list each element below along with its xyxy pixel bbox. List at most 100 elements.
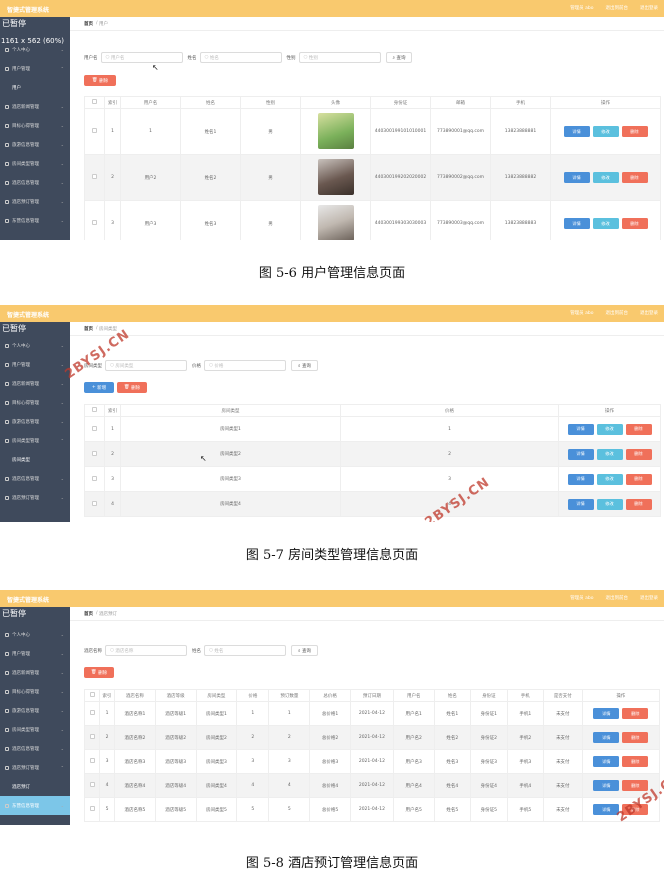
detail-button[interactable]: 详情 bbox=[563, 126, 590, 137]
detail-button[interactable]: 详情 bbox=[563, 218, 590, 229]
row-checkbox[interactable] bbox=[92, 425, 97, 431]
price-input[interactable]: ○ 价格 bbox=[204, 360, 286, 371]
detail-button[interactable]: 详情 bbox=[567, 473, 594, 485]
sidebar-item-travel[interactable]: 旅游信息管理 ⌄ bbox=[0, 412, 70, 431]
logout-link[interactable]: 退出登录 bbox=[640, 310, 658, 316]
detail-button[interactable]: 详情 bbox=[567, 498, 594, 510]
row-delete-button[interactable]: 删除 bbox=[625, 473, 652, 485]
chevron-down-icon: ⌄ bbox=[60, 199, 64, 204]
detail-button[interactable]: 详情 bbox=[593, 708, 620, 719]
sidebar-item-booking[interactable]: 酒店预订管理 ⌄ bbox=[0, 192, 70, 211]
row-delete-button[interactable]: 删除 bbox=[621, 172, 648, 183]
row-delete-button[interactable]: 删除 bbox=[622, 708, 649, 719]
edit-button[interactable]: 修改 bbox=[592, 218, 619, 229]
delete-button[interactable]: 🗑 删除 bbox=[117, 382, 147, 393]
edit-button[interactable]: 修改 bbox=[596, 498, 623, 510]
row-delete-button[interactable]: 删除 bbox=[622, 732, 649, 743]
search-button[interactable]: ⌕ 查询 bbox=[291, 645, 318, 656]
sidebar-subitem-user[interactable]: 用户 bbox=[0, 78, 70, 97]
row-delete-button[interactable]: 删除 bbox=[622, 756, 649, 767]
edit-button[interactable]: 修改 bbox=[592, 126, 619, 137]
sidebar-item-cancel[interactable]: 东营信息管理 ⌄ bbox=[0, 211, 70, 230]
sidebar-item-hotel-info[interactable]: 目标心得管理 ⌄ bbox=[0, 116, 70, 135]
select-all-checkbox[interactable] bbox=[92, 407, 97, 412]
sidebar-item-room-type[interactable]: 房间类型管理 ⌃ bbox=[0, 431, 70, 450]
detail-button[interactable]: 详情 bbox=[563, 172, 590, 183]
row-delete-button[interactable]: 删除 bbox=[621, 218, 648, 229]
row-checkbox[interactable] bbox=[92, 450, 97, 456]
select-all-checkbox[interactable] bbox=[92, 99, 97, 104]
row-delete-button[interactable]: 删除 bbox=[625, 498, 652, 510]
sidebar-item-user-mgmt[interactable]: 用户管理 ⌃ bbox=[0, 59, 70, 78]
sidebar-item-user-mgmt[interactable]: 用户管理 ⌄ bbox=[0, 355, 70, 374]
row-delete-button[interactable]: 删除 bbox=[625, 448, 652, 460]
sidebar-item-personal[interactable]: 个人中心 ⌄ bbox=[0, 336, 70, 355]
row-checkbox[interactable] bbox=[92, 500, 97, 506]
row-checkbox[interactable] bbox=[92, 128, 97, 133]
sidebar-subitem-room-type[interactable]: 房间类型 bbox=[0, 450, 70, 469]
sidebar-item-room-type[interactable]: 房间类型管理 ⌄ bbox=[0, 720, 70, 739]
admin-link[interactable]: 管理员 abo bbox=[570, 595, 593, 601]
detail-button[interactable]: 详情 bbox=[593, 780, 620, 791]
row-checkbox[interactable] bbox=[92, 174, 97, 179]
sidebar-item-hotel-mgmt[interactable]: 酒店信息管理 ⌄ bbox=[0, 469, 70, 488]
front-link[interactable]: 退出到前台 bbox=[606, 310, 629, 316]
hotel-name-input[interactable]: ○ 酒店名称 bbox=[105, 645, 187, 656]
row-checkbox[interactable] bbox=[89, 782, 95, 787]
sidebar-item-news[interactable]: 酒店新闻管理 ⌄ bbox=[0, 663, 70, 682]
edit-button[interactable]: 修改 bbox=[596, 423, 623, 435]
detail-button[interactable]: 详情 bbox=[593, 756, 620, 767]
search-button[interactable]: ⌕ 查询 bbox=[291, 360, 318, 371]
name-input[interactable]: ○ 姓名 bbox=[204, 645, 286, 656]
sidebar-item-booking[interactable]: 酒店预订管理 ⌄ bbox=[0, 488, 70, 507]
edit-button[interactable]: 修改 bbox=[596, 473, 623, 485]
username-input[interactable]: ○ 用户名 bbox=[100, 52, 183, 63]
row-checkbox[interactable] bbox=[92, 475, 97, 481]
breadcrumb-home[interactable]: 首页 bbox=[84, 611, 93, 617]
sidebar-item-travel[interactable]: 旅游信息管理 ⌄ bbox=[0, 701, 70, 720]
sidebar-item-hotel-info[interactable]: 目标心得管理 ⌄ bbox=[0, 682, 70, 701]
name-input[interactable]: ○ 姓名 bbox=[199, 52, 282, 63]
breadcrumb-home[interactable]: 首页 bbox=[84, 21, 93, 27]
delete-button[interactable]: 🗑 删除 bbox=[84, 75, 116, 86]
sidebar-item-news[interactable]: 酒店新闻管理 ⌄ bbox=[0, 374, 70, 393]
row-checkbox[interactable] bbox=[89, 806, 95, 811]
front-link[interactable]: 退出到前台 bbox=[606, 595, 629, 601]
sidebar-item-travel[interactable]: 旅游信息管理 ⌄ bbox=[0, 135, 70, 154]
admin-link[interactable]: 管理员 abo bbox=[570, 5, 593, 11]
sidebar-subitem-booking[interactable]: 酒店预订 bbox=[0, 777, 70, 796]
breadcrumb-home[interactable]: 首页 bbox=[84, 326, 93, 332]
sidebar-item-personal[interactable]: 个人中心 ⌄ bbox=[0, 625, 70, 644]
sidebar-item-booking[interactable]: 酒店预订管理 ⌃ bbox=[0, 758, 70, 777]
edit-button[interactable]: 修改 bbox=[592, 172, 619, 183]
detail-button[interactable]: 详情 bbox=[593, 732, 620, 743]
row-delete-button[interactable]: 删除 bbox=[625, 423, 652, 435]
logout-link[interactable]: 退出登录 bbox=[640, 5, 658, 11]
edit-button[interactable]: 修改 bbox=[596, 448, 623, 460]
row-delete-button[interactable]: 删除 bbox=[621, 126, 648, 137]
row-delete-button[interactable]: 删除 bbox=[622, 780, 649, 791]
sidebar-item-user-mgmt[interactable]: 用户管理 ⌄ bbox=[0, 644, 70, 663]
front-link[interactable]: 退出到前台 bbox=[606, 5, 629, 11]
add-button[interactable]: + 新增 bbox=[84, 382, 114, 393]
sidebar-item-room-type[interactable]: 房间类型管理 ⌄ bbox=[0, 154, 70, 173]
sidebar-item-news[interactable]: 酒店新闻管理 ⌄ bbox=[0, 97, 70, 116]
row-checkbox[interactable] bbox=[89, 710, 95, 715]
row-checkbox[interactable] bbox=[89, 758, 95, 763]
sidebar-item-hotel-info[interactable]: 目标心得管理 ⌄ bbox=[0, 393, 70, 412]
detail-button[interactable]: 详情 bbox=[567, 448, 594, 460]
logout-link[interactable]: 退出登录 bbox=[640, 595, 658, 601]
detail-button[interactable]: 详情 bbox=[567, 423, 594, 435]
sidebar-item-hotel-mgmt[interactable]: 酒店信息管理 ⌄ bbox=[0, 173, 70, 192]
row-checkbox[interactable] bbox=[92, 220, 97, 225]
room-type-input[interactable]: ○ 房间类型 bbox=[105, 360, 187, 371]
gender-input[interactable]: ○ 性别 bbox=[298, 52, 381, 63]
admin-link[interactable]: 管理员 abo bbox=[570, 310, 593, 316]
sidebar-item-personal[interactable]: 个人中心 ⌄ bbox=[0, 40, 70, 59]
select-all-checkbox[interactable] bbox=[89, 692, 95, 697]
search-button[interactable]: ⌕ 查询 bbox=[385, 52, 413, 63]
sidebar-item-hotel-mgmt[interactable]: 酒店信息管理 ⌄ bbox=[0, 739, 70, 758]
sidebar-item-cancel[interactable]: 东营信息管理 ⌄ bbox=[0, 796, 70, 815]
row-checkbox[interactable] bbox=[89, 734, 95, 739]
delete-button[interactable]: 🗑 删除 bbox=[84, 667, 114, 678]
